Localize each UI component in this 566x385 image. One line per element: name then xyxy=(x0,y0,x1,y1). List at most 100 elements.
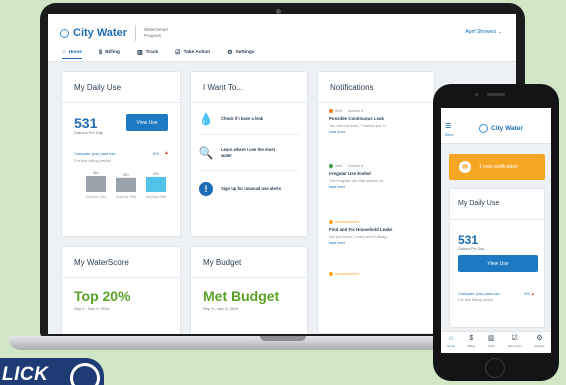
usage-bar xyxy=(86,176,106,192)
view-use-button[interactable]: View Use xyxy=(126,114,168,131)
i-want-to-card: I Want To... 💧 Check if I have a leak 🔍 … xyxy=(190,71,308,237)
tab-take-action[interactable]: ☑ Take Action xyxy=(175,49,210,59)
phone-home-button[interactable] xyxy=(485,358,505,378)
divider xyxy=(62,277,180,278)
notification-item[interactable]: Announcement xyxy=(329,272,425,276)
nav-home[interactable]: ⌂ Home xyxy=(447,335,454,353)
nav-settings[interactable]: ⚙ Settings xyxy=(535,335,545,353)
compare-past-use-link[interactable]: Compare your past use xyxy=(74,151,116,156)
program-name: WaterSmart Program xyxy=(144,27,168,38)
action-signup-alerts[interactable]: ! Sign up for unusual use alerts xyxy=(199,182,287,196)
phone-screen: ≡ Menu City Water ✉ 1 new notification M… xyxy=(441,108,551,353)
divider xyxy=(318,102,434,103)
nav-take-action[interactable]: ☑ Take Action xyxy=(507,335,521,353)
waterscore-range: Sep 9 - Nov 9, 2016 xyxy=(74,306,110,311)
nav-track[interactable]: ▥ Track xyxy=(488,335,495,353)
brand-name: City Water xyxy=(73,27,127,39)
phone-daily-use-card: My Daily Use 531 Gallons Per Day View Us… xyxy=(449,188,545,328)
phone-header: ≡ Menu City Water xyxy=(441,108,551,144)
card-title: My Daily Use xyxy=(458,200,500,207)
divider xyxy=(191,102,307,103)
notification-item[interactable]: Announcement Find and Fix Household Leak… xyxy=(329,220,425,245)
alert-dot-icon xyxy=(329,109,333,113)
usage-bar xyxy=(116,177,136,192)
user-menu[interactable]: April Showers ⌄ xyxy=(466,29,502,35)
laptop-notch xyxy=(260,336,306,341)
arrow-up-icon: ▲ xyxy=(530,291,535,296)
budget-range: Sep 9 - Nov 9, 2016 xyxy=(203,306,239,311)
announcement-dot-icon xyxy=(329,220,333,224)
arrow-up-icon: ▲ xyxy=(164,150,169,156)
divider xyxy=(62,102,180,103)
divider xyxy=(199,170,299,171)
compare-percent: 4% ▲ xyxy=(524,291,535,296)
hamburger-menu-icon[interactable]: ≡ xyxy=(445,121,451,132)
card-title: I Want To... xyxy=(203,83,244,92)
phone-camera xyxy=(475,93,478,96)
compare-percent: 6% xyxy=(153,151,159,156)
view-use-button[interactable]: View Use xyxy=(458,255,538,272)
billing-period-label: For this billing period xyxy=(458,298,494,302)
click-badge-text: LICK xyxy=(2,364,49,385)
phone-speaker xyxy=(487,93,505,96)
search-icon: 🔍 xyxy=(198,146,214,160)
gear-icon: ⚙ xyxy=(536,335,543,342)
checklist-icon: ☑ xyxy=(175,50,181,56)
water-drop-icon: 💧 xyxy=(198,112,214,126)
phone-brand-logo[interactable]: City Water xyxy=(479,124,523,133)
read-more-link[interactable]: read more xyxy=(329,130,425,134)
action-check-leak[interactable]: 💧 Check if I have a leak xyxy=(199,112,287,126)
usage-bar-period-label: Sep-Nov 2015 xyxy=(116,195,137,199)
divider xyxy=(450,219,544,220)
card-title: My Daily Use xyxy=(74,83,122,92)
divider xyxy=(191,277,307,278)
notifications-card: Notifications Alert · October 8 Possible C… xyxy=(317,71,435,334)
dollar-icon: $ xyxy=(98,49,103,56)
web-header: City Water WaterSmart Program April Show… xyxy=(48,14,516,62)
gear-icon: ⚙ xyxy=(227,50,233,56)
dollar-icon: $ xyxy=(469,335,474,342)
new-notification-banner[interactable]: ✉ 1 new notification xyxy=(449,154,545,180)
notification-item[interactable]: Alert · October 8 Irregular Use Ended The … xyxy=(329,164,425,189)
daily-use-value: 531 xyxy=(74,115,98,131)
daily-use-value: 531 xyxy=(458,233,479,247)
home-icon: ⌂ xyxy=(62,49,66,55)
usage-bar-period-label: Sep-Nov 2014 xyxy=(86,195,107,199)
phone-bottom-nav: ⌂ Home $ Billing ▥ Track ☑ Take Action ⚙ Sett… xyxy=(441,331,551,353)
compare-past-use-link[interactable]: Compare your past use xyxy=(458,291,500,296)
alert-icon: ! xyxy=(199,182,213,196)
waterscore-card: My WaterScore Top 20% Sep 9 - Nov 9, 201… xyxy=(61,246,181,334)
usage-bar-value-label: 564 xyxy=(93,171,99,175)
usage-bar-value-label: 501 xyxy=(123,173,129,177)
phone-frame: ≡ Menu City Water ✉ 1 new notification M… xyxy=(433,84,559,381)
user-name: April Showers xyxy=(465,29,497,35)
past-use-bar-chart: 564 Sep-Nov 2014 501 Sep-Nov 2015 531 Sep-Nov… xyxy=(86,171,167,199)
read-more-link[interactable]: read more xyxy=(329,241,425,245)
billing-period-label: For this billing period xyxy=(74,158,111,163)
main-tabs: ⌂ Home $ Billing ▥ Track ☑ Take Action ⚙ Sett… xyxy=(62,49,255,59)
waterscore-value: Top 20% xyxy=(74,288,131,304)
home-icon: ⌂ xyxy=(448,335,454,342)
tab-billing[interactable]: $ Billing xyxy=(99,49,120,59)
click-badge[interactable]: LICK xyxy=(0,358,104,385)
brand-divider xyxy=(135,25,136,41)
chart-icon: ▥ xyxy=(136,50,143,56)
tab-track[interactable]: ▥ Track xyxy=(137,49,158,59)
card-title: Notifications xyxy=(330,83,374,92)
read-more-link[interactable]: read more xyxy=(329,185,425,189)
budget-card: My Budget Met Budget Sep 9 - Nov 9, 2016 xyxy=(190,246,308,334)
tab-home[interactable]: ⌂ Home xyxy=(62,49,82,59)
card-title: My Budget xyxy=(203,258,242,267)
chevron-down-icon: ⌄ xyxy=(497,29,502,35)
chart-icon: ▥ xyxy=(487,335,495,342)
daily-use-unit: Gallons Per Day xyxy=(458,247,485,251)
action-learn-water-use[interactable]: 🔍 Learn where I use the most water xyxy=(199,146,287,160)
usage-bar-period-label: Sep-Nov 2016 xyxy=(146,195,167,199)
brand-logo[interactable]: City Water WaterSmart Program xyxy=(60,25,178,41)
checklist-icon: ☑ xyxy=(511,335,518,342)
tab-settings[interactable]: ⚙ Settings xyxy=(227,49,254,59)
notification-item[interactable]: Alert · October 8 Possible Continuous Leak… xyxy=(329,109,425,134)
water-drop-logo-icon xyxy=(60,28,69,38)
click-circle-icon xyxy=(70,363,100,385)
nav-billing[interactable]: $ Billing xyxy=(468,335,475,353)
